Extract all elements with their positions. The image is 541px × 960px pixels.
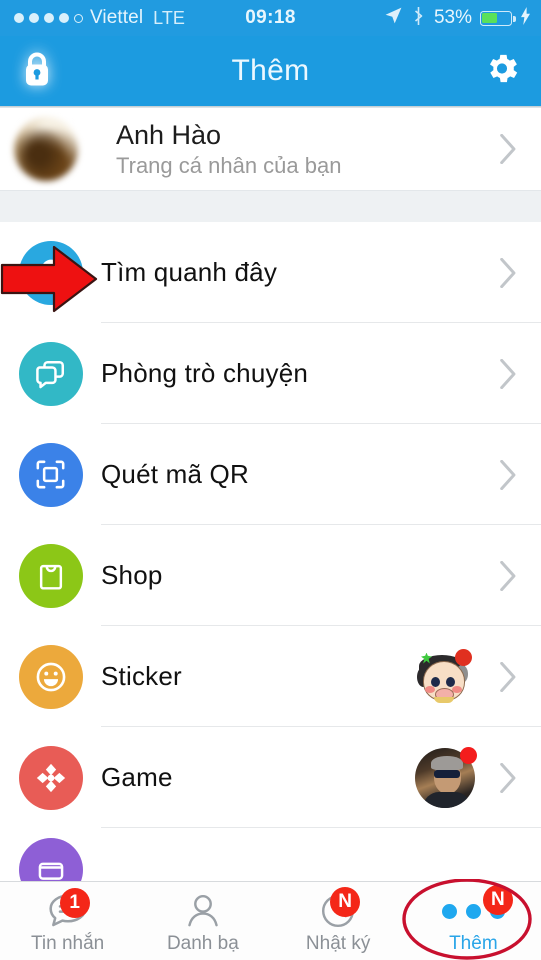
- location-pin-icon: [18, 240, 83, 305]
- tab-nhat-ky[interactable]: N Nhật ký: [271, 882, 406, 960]
- menu-icon-wrap: [0, 341, 101, 406]
- badge-count: 1: [59, 888, 90, 918]
- menu-item-tim-quanh-day[interactable]: Tìm quanh đây: [0, 222, 541, 323]
- chevron-right-icon: [500, 358, 517, 389]
- profile-row[interactable]: Anh Hào Trang cá nhân của bạn: [0, 108, 541, 190]
- menu-list: Tìm quanh đây Phòng trò chuyện Quét mã Q…: [0, 222, 541, 882]
- badge-count: N: [330, 887, 361, 917]
- menu-icon-wrap: [0, 543, 101, 608]
- phone-screen: Viettel LTE 09:18 53% Thêm Anh Hào Trang…: [0, 0, 541, 960]
- tab-label: Nhật ký: [305, 933, 371, 954]
- chat-bubbles-icon: [18, 341, 83, 406]
- menu-item-label: Quét mã QR: [101, 459, 249, 489]
- location-arrow-icon: [384, 6, 403, 30]
- menu-item-label: Phòng trò chuyện: [101, 358, 309, 388]
- profile-name: Anh Hào: [116, 119, 222, 150]
- navigation-bar: Thêm: [0, 36, 541, 106]
- badge-count: N: [482, 885, 513, 915]
- profile-text: Anh Hào Trang cá nhân của bạn: [116, 120, 341, 179]
- section-divider: [0, 190, 541, 224]
- chevron-right-icon: [500, 459, 517, 490]
- tab-label: Thêm: [449, 933, 498, 954]
- chevron-right-icon: [500, 762, 517, 793]
- menu-item-shop[interactable]: Shop: [0, 525, 541, 626]
- lightning-bolt-icon: [520, 6, 531, 30]
- menu-item-label: Tìm quanh đây: [101, 257, 278, 287]
- three-dots-icon: N: [441, 885, 513, 931]
- bluetooth-icon: [411, 6, 426, 31]
- menu-item-quet-ma-qr[interactable]: Quét mã QR: [0, 424, 541, 525]
- gear-icon[interactable]: [483, 50, 521, 93]
- menu-item-label: Sticker: [101, 661, 182, 691]
- dpad-icon: [18, 745, 83, 810]
- clock-history-icon: N: [320, 887, 361, 931]
- menu-icon-wrap: [0, 828, 101, 882]
- status-bar-right: 53%: [384, 6, 541, 31]
- chevron-right-icon: [500, 134, 517, 164]
- tab-bar: 1 Tin nhắn Danh bạ N Nhật ký N Thêm: [0, 881, 541, 960]
- menu-item-label: Game: [101, 762, 173, 792]
- menu-icon-wrap: [0, 240, 101, 305]
- tab-label: Danh bạ: [166, 933, 239, 954]
- tab-them[interactable]: N Thêm: [406, 882, 541, 960]
- message-bubble-icon: 1: [48, 888, 90, 931]
- menu-item-label: Shop: [101, 560, 163, 590]
- menu-item-phong-tro-chuyen[interactable]: Phòng trò chuyện: [0, 323, 541, 424]
- menu-item-partially-visible[interactable]: [0, 828, 541, 882]
- chevron-right-icon: [500, 661, 517, 692]
- smiley-icon: [18, 644, 83, 709]
- status-bar: Viettel LTE 09:18 53%: [0, 0, 541, 36]
- battery-percentage: 53%: [433, 7, 472, 28]
- menu-item-sticker[interactable]: Sticker: [0, 626, 541, 727]
- menu-icon-wrap: [0, 442, 101, 507]
- profile-subtitle: Trang cá nhân của bạn: [116, 152, 342, 178]
- wallet-icon: [18, 838, 83, 882]
- page-title: Thêm: [231, 54, 310, 87]
- chevron-right-icon: [500, 257, 517, 288]
- menu-item-game[interactable]: Game: [0, 727, 541, 828]
- status-badge: [460, 746, 477, 764]
- sticker-character-thumbnail: [415, 647, 475, 707]
- sticker-art: [415, 647, 475, 707]
- contacts-person-icon: [186, 891, 220, 931]
- tab-danh-ba[interactable]: Danh bạ: [135, 882, 270, 960]
- menu-icon-wrap: [0, 745, 101, 810]
- tab-tin-nhan[interactable]: 1 Tin nhắn: [0, 882, 135, 960]
- chevron-right-icon: [500, 560, 517, 591]
- menu-icon-wrap: [0, 644, 101, 709]
- game-avatar-thumbnail: [415, 746, 477, 808]
- tab-label: Tin nhắn: [31, 933, 105, 954]
- qr-scan-icon: [18, 442, 83, 507]
- lock-icon[interactable]: [19, 49, 55, 94]
- avatar: [14, 117, 78, 181]
- battery-icon: [480, 10, 516, 26]
- shopping-bag-icon: [18, 543, 83, 608]
